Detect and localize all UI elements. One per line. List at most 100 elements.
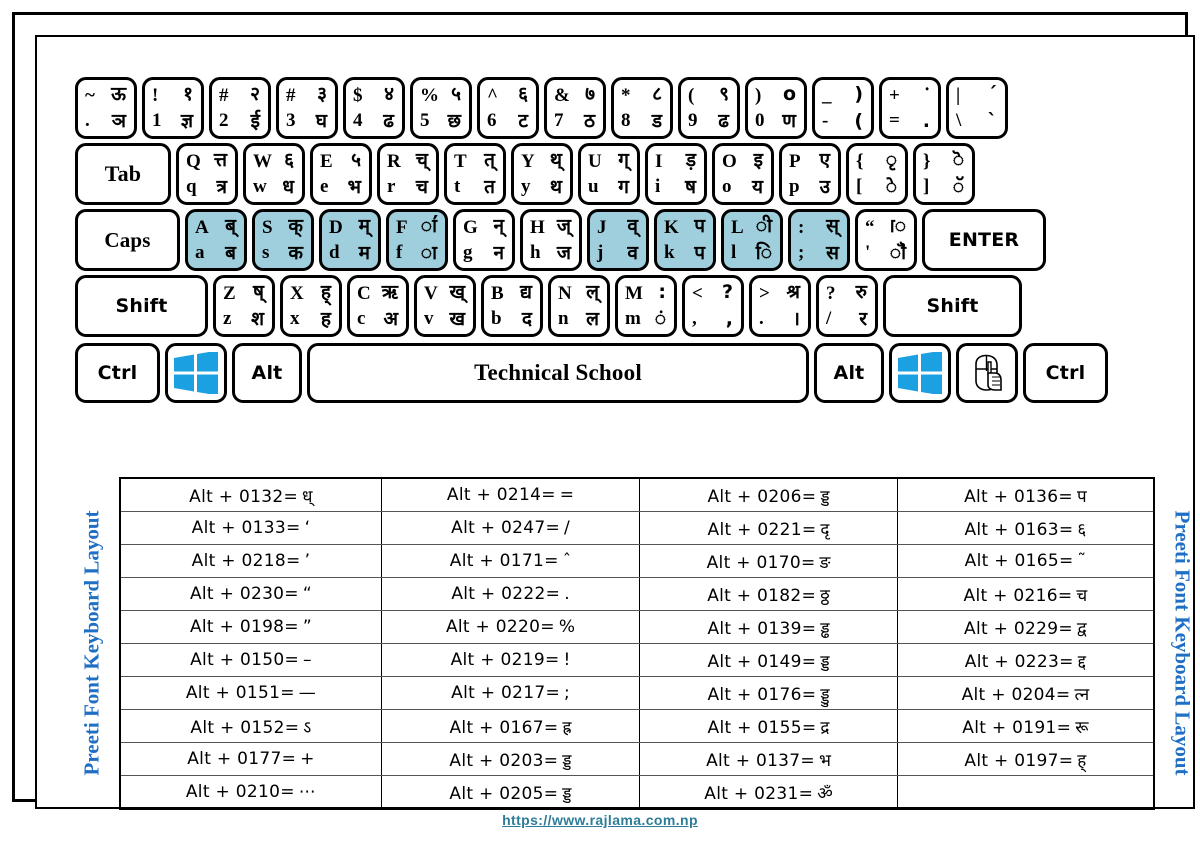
key-o[interactable]: Oइoय <box>712 143 774 205</box>
key-b-bl: b <box>491 308 502 329</box>
key-[interactable]: + ॱ =. <box>879 77 941 139</box>
context-menu-icon <box>975 354 1002 391</box>
key-[interactable]: _) - ( <box>812 77 874 139</box>
key-1[interactable]: ! १ 1 ज्ञ <box>142 77 204 139</box>
key-u-br: ग <box>618 176 629 198</box>
key-[interactable]: }ॆ]ॅ <box>913 143 975 205</box>
key-context-menu[interactable] <box>956 343 1018 403</box>
key-5-tl: % <box>420 85 439 106</box>
alt-code-text: Alt + 0152= <box>190 717 300 738</box>
key-t[interactable]: T त् t त <box>444 143 506 205</box>
key-3[interactable]: #३ 3 घ <box>276 77 338 139</box>
key-[interactable]: {ृ [े <box>846 143 908 205</box>
key-f[interactable]: Fा॔ fा <box>386 209 448 271</box>
key--tl: { <box>856 151 864 172</box>
key-p[interactable]: Pएpउ <box>779 143 841 205</box>
key-y[interactable]: Y थ् y थ <box>511 143 573 205</box>
key-6[interactable]: ^ ६ 6 ट <box>477 77 539 139</box>
key-9-tl: ( <box>688 85 695 106</box>
key-q[interactable]: Q त्त q त्र <box>176 143 238 205</box>
key-ctrl-left[interactable]: Ctrl <box>75 343 160 403</box>
key-w-br: ध <box>282 176 294 198</box>
poster-inner-frame: ~ ऊ. ञ! १ 1 ज्ञ #२ 2 ई #३ 3 घ $४ 4 ढ% ५ 5 छ ^ ६ 6 ट & ७ 7 ठ * ८ 8 ड(९… <box>35 35 1195 810</box>
key-windows-right[interactable] <box>889 343 951 403</box>
alt-code-text: Alt + 0210= <box>185 782 295 802</box>
alt-code-cell: Alt + 0198=” <box>119 610 382 644</box>
key-t-bl: t <box>454 176 461 197</box>
key-5[interactable]: % ५ 5 छ <box>410 77 472 139</box>
key-[interactable]: ~ ऊ. ञ <box>75 77 137 139</box>
alt-code-cell: Alt + 0136= प <box>896 477 1155 512</box>
key-x[interactable]: X ह् x ह <box>280 275 342 337</box>
key-i[interactable]: I ड़ i ष <box>645 143 707 205</box>
key-g[interactable]: G न् g न <box>453 209 515 271</box>
key-j[interactable]: J व् j व <box>587 209 649 271</box>
key-r-br: च <box>415 176 428 198</box>
key-6-bl: 6 <box>487 110 497 131</box>
key-c-bl: c <box>357 308 366 329</box>
alt-code-cell: Alt + 0210= ⋯ <box>119 775 382 810</box>
key-4-tr: ४ <box>384 83 394 105</box>
key-alt-right[interactable]: Alt <box>814 343 884 403</box>
key-9[interactable]: (९ 9 ढ <box>678 77 740 139</box>
key-8[interactable]: * ८ 8 ड <box>611 77 673 139</box>
key-o-bl: o <box>722 176 732 197</box>
key-tab-label: Tab <box>104 161 142 186</box>
key-windows-left[interactable] <box>165 343 227 403</box>
key-e[interactable]: E५ eभ <box>310 143 372 205</box>
key-w[interactable]: W६wध <box>243 143 305 205</box>
key--br: ` <box>987 110 998 132</box>
key-tab[interactable]: Tab <box>75 143 171 205</box>
key-a[interactable]: A ब् a ब <box>185 209 247 271</box>
table-row: Alt + 0132= ध् Alt + 0214= = Alt + 0206= ड्ड A… <box>119 477 1155 512</box>
key-0[interactable]: ) o 0 ण <box>745 77 807 139</box>
alt-code-glyph: ड्ड <box>820 651 830 672</box>
key-s[interactable]: S क् s क <box>252 209 314 271</box>
key-k[interactable]: Kपkप <box>654 209 716 271</box>
key-v[interactable]: V ख् v ख <box>414 275 476 337</box>
key-[interactable]: : स्; स <box>788 209 850 271</box>
key-d[interactable]: D म् d म <box>319 209 381 271</box>
key-[interactable]: “ॎ 'ॏ <box>855 209 917 271</box>
alt-code-cell: Alt + 0247= / <box>380 511 641 545</box>
key-enter[interactable]: ENTER <box>922 209 1046 271</box>
key-k-tl: K <box>664 217 679 238</box>
website-link[interactable]: https://www.rajlama.com.np <box>502 812 698 828</box>
key-8-tl: * <box>621 85 631 106</box>
alt-code-cell: Alt + 0150= – <box>119 643 382 677</box>
key-shift-right[interactable]: Shift <box>883 275 1022 337</box>
key-alt-left[interactable]: Alt <box>232 343 302 403</box>
key-spacebar[interactable]: Technical School <box>307 343 809 403</box>
key-u[interactable]: U ग् u ग <box>578 143 640 205</box>
key-4-bl: 4 <box>353 110 363 131</box>
key-caps-lock[interactable]: Caps <box>75 209 180 271</box>
key-g-tr: न् <box>493 215 504 237</box>
key-7[interactable]: & ७ 7 ठ <box>544 77 606 139</box>
alt-code-cell: Alt + 0182= ठ्ठ <box>639 577 898 611</box>
key-d-bl: d <box>329 242 340 263</box>
key-4[interactable]: $४ 4 ढ <box>343 77 405 139</box>
key--tr: रु <box>855 281 867 303</box>
key-h[interactable]: H ज् h ज <box>520 209 582 271</box>
key-3-tr: ३ <box>317 83 327 105</box>
table-row: Alt + 0151= — Alt + 0217=; Alt + 0176= ड्डु A… <box>119 676 1155 710</box>
key-p-bl: p <box>789 176 800 197</box>
key-enter-label: ENTER <box>948 229 1020 251</box>
key-shift-left[interactable]: Shift <box>75 275 208 337</box>
key-2[interactable]: #२ 2 ई <box>209 77 271 139</box>
key-m[interactable]: M: mं <box>615 275 677 337</box>
key-c[interactable]: Cऋcअ <box>347 275 409 337</box>
key-l-tl: L <box>731 217 744 238</box>
key-l[interactable]: Lी lि <box>721 209 783 271</box>
key-n[interactable]: N ल् n ल <box>548 275 610 337</box>
key-z[interactable]: Z ष् z श <box>213 275 275 337</box>
key-ctrl-right[interactable]: Ctrl <box>1023 343 1108 403</box>
key-[interactable]: <?,, <box>682 275 744 337</box>
key-b[interactable]: B द्य b द <box>481 275 543 337</box>
key-[interactable]: ? रु / र <box>816 275 878 337</box>
key-a-br: ब <box>225 242 236 264</box>
key--tr: ? <box>721 281 733 303</box>
key-[interactable]: | ´ \ ` <box>946 77 1008 139</box>
key-[interactable]: > श्र. । <box>749 275 811 337</box>
key-r[interactable]: R च् r च <box>377 143 439 205</box>
